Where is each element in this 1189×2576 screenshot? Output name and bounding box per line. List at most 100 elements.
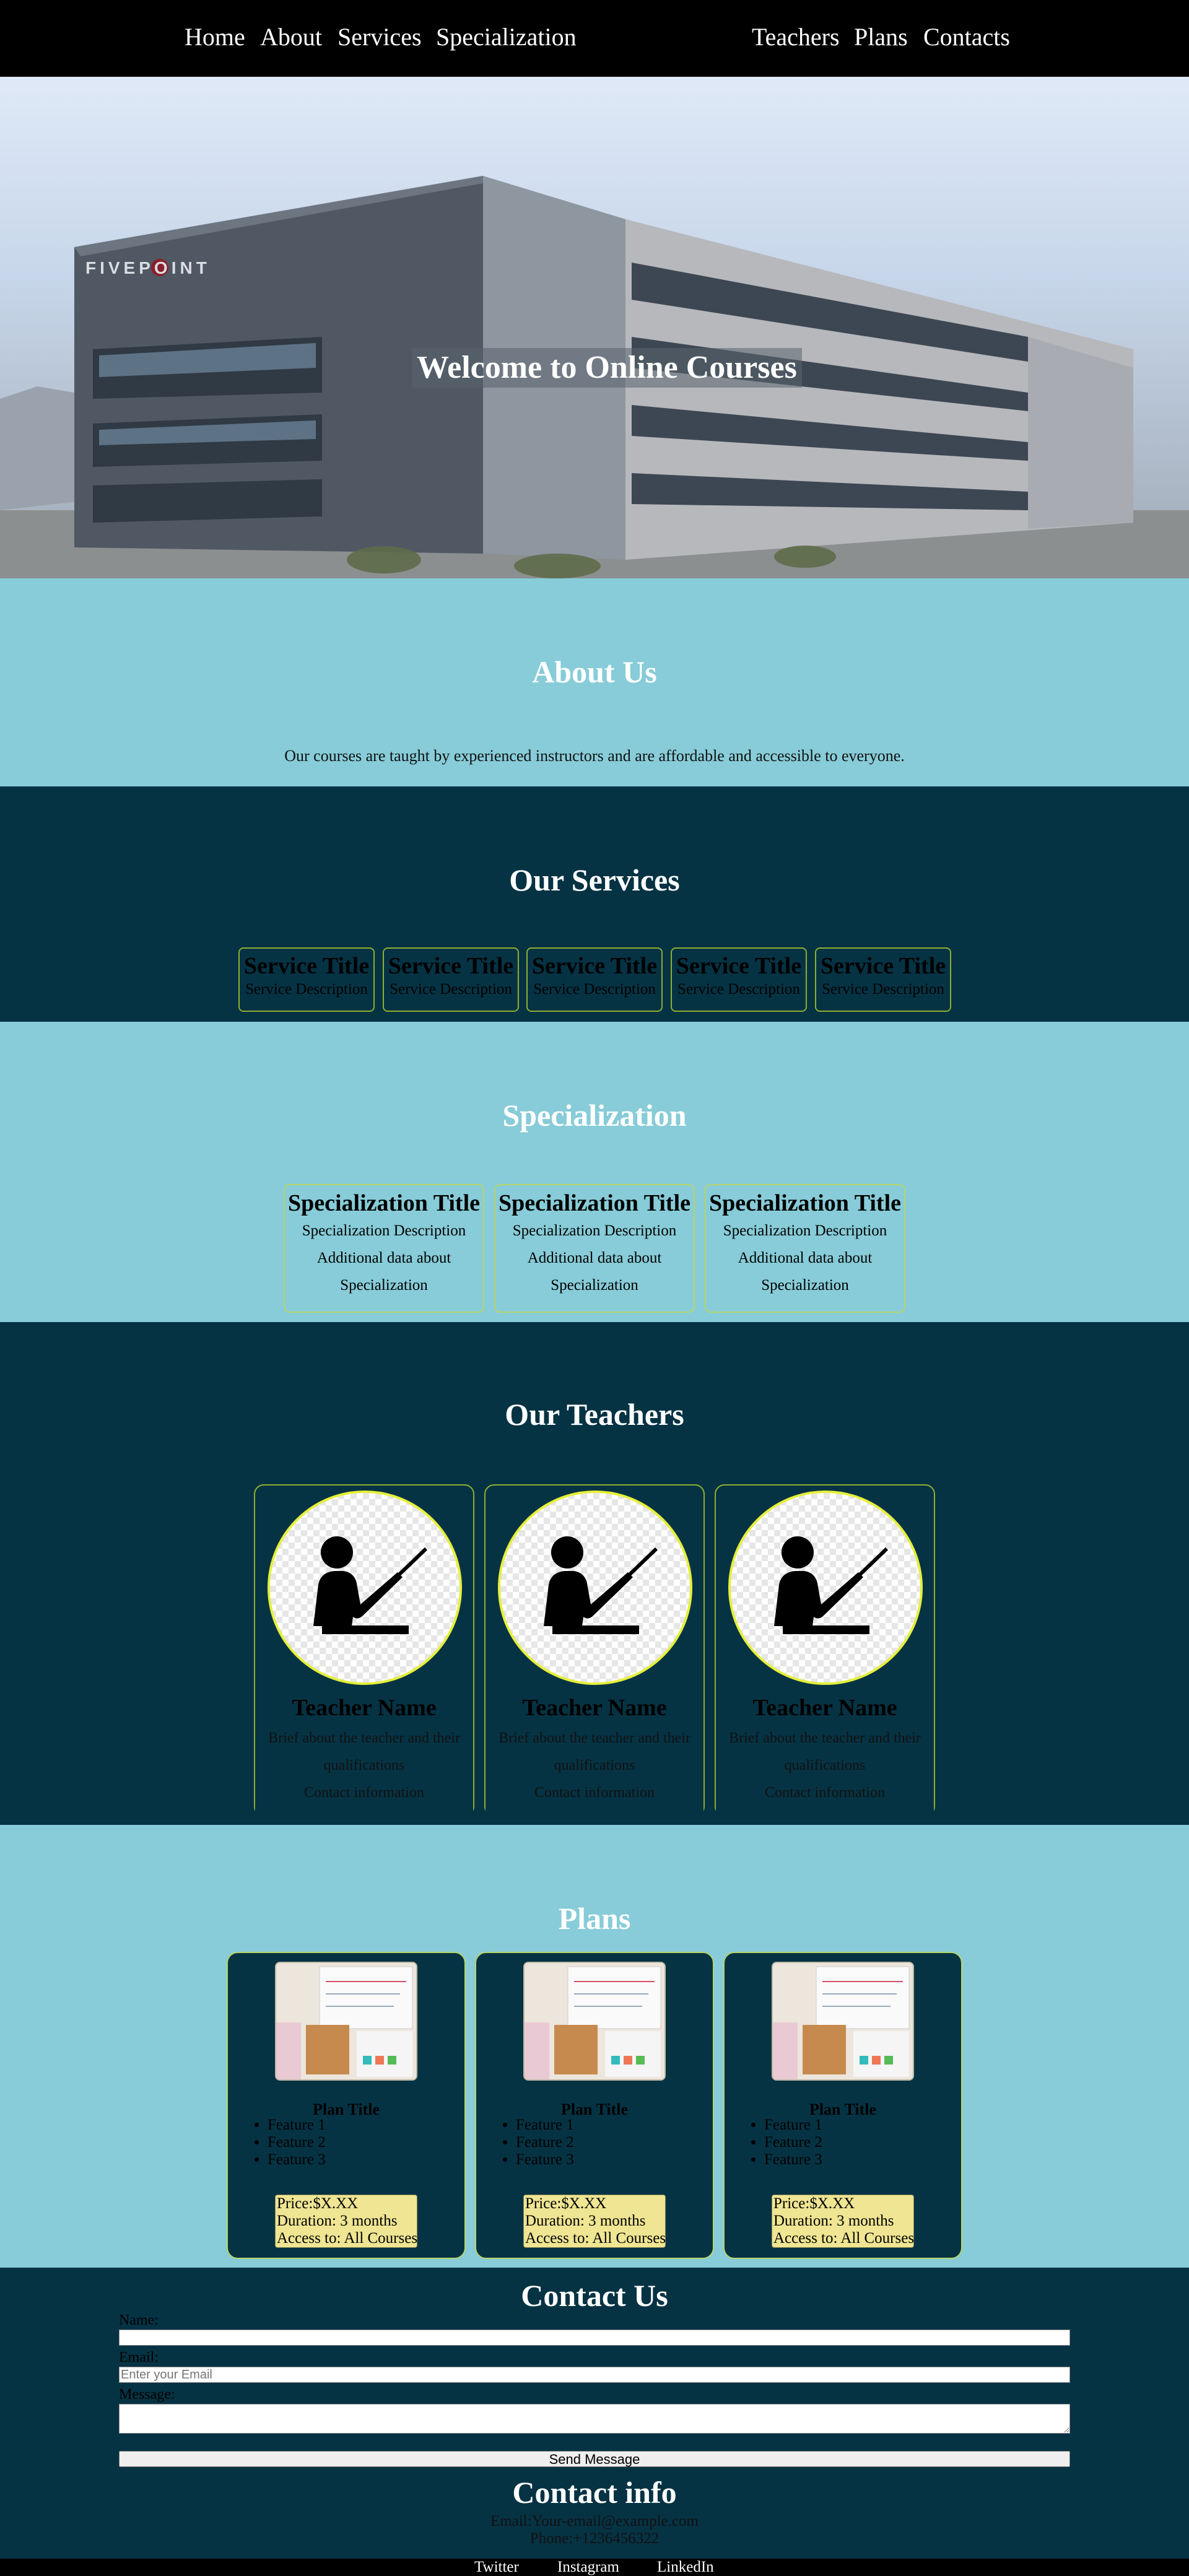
services-title: Our Services [509,863,680,897]
specialization-card: Specialization Title Specialization Desc… [284,1184,484,1313]
plan-feature: Feature 1 [516,2117,574,2134]
plan-price: Price:$X.XX [525,2195,607,2212]
specialization-card-title: Specialization Title [499,1190,690,1216]
teacher-avatar [498,1490,692,1685]
teacher-icon [774,1536,889,1634]
hero-title: Welcome to Online Courses [412,348,802,388]
nav-link-plans[interactable]: Plans [854,22,908,51]
message-textarea[interactable] [119,2404,1070,2434]
specialization-title: Specialization [502,1098,687,1133]
plan-features: Feature 1 Feature 2 Feature 3 [245,2117,326,2169]
nav-link-contacts[interactable]: Contacts [923,22,1010,51]
plan-price: Price:$X.XX [277,2195,359,2212]
send-message-button[interactable]: Send Message [119,2451,1070,2467]
plans-title: Plans [558,1901,631,1936]
nav-link-about[interactable]: About [260,22,322,51]
teachers-section: Our Teachers Teacher Name Brief about th… [0,1322,1189,2070]
plan-price-box: Price:$X.XX Duration: 3 months Access to… [275,2195,417,2248]
contact-phone: Phone:+1236456322 [529,2530,660,2547]
teacher-name: Teacher Name [522,1695,667,1721]
teacher-avatar [728,1490,923,1685]
specialization-card: Specialization Title Specialization Desc… [705,1184,905,1313]
nav-link-specialization[interactable]: Specialization [436,22,577,51]
plan-duration: Duration: 3 months [773,2213,894,2229]
plan-feature: Feature 2 [516,2134,574,2151]
service-card: Service Title Service Description [383,947,519,1012]
teacher-name: Teacher Name [752,1695,897,1721]
service-card: Service Title Service Description [671,947,807,1012]
service-card: Service Title Service Description [815,947,951,1012]
plan-card: Plan Title Feature 1 Feature 2 Feature 3… [227,1952,466,2259]
planner-illustration [525,1963,664,2079]
plan-image [523,1962,666,2081]
about-text: Our courses are taught by experienced in… [284,747,905,765]
specialization-card-description: Specialization Description Additional da… [723,1222,887,1294]
plan-price: Price:$X.XX [773,2195,855,2212]
specialization-card-description: Specialization Description Additional da… [302,1222,466,1294]
service-title: Service Title [676,953,802,979]
plan-duration: Duration: 3 months [277,2213,398,2229]
plan-access: Access to: All Courses [277,2230,418,2247]
plan-feature: Feature 2 [268,2134,326,2151]
teacher-card: Teacher Name Brief about the teacher and… [715,1484,935,2070]
footer: Twitter Instagram LinkedIn [0,2559,1189,2576]
email-input[interactable] [119,2367,1070,2383]
plan-image [772,1962,914,2081]
service-card: Service Title Service Description [238,947,375,1012]
planner-illustration [276,1963,416,2079]
contact-info-title: Contact info [512,2475,677,2510]
service-description: Service Description [245,981,368,998]
plan-feature: Feature 2 [764,2134,822,2151]
specialization-card: Specialization Title Specialization Desc… [494,1184,695,1313]
footer-link-linkedin[interactable]: LinkedIn [657,2559,714,2576]
message-label: Message: [119,2387,175,2403]
plan-card: Plan Title Feature 1 Feature 2 Feature 3… [723,1952,962,2259]
specialization-section: Specialization Specialization Title Spec… [0,1022,1189,1322]
plan-feature: Feature 3 [764,2151,822,2169]
footer-link-instagram[interactable]: Instagram [557,2559,619,2576]
teacher-bio: Brief about the teacher and their qualif… [499,1730,690,1773]
plan-card: Plan Title Feature 1 Feature 2 Feature 3… [475,1952,714,2259]
plans-section: Plans Plan Title Feature 1 Feature 2 Fea… [0,1825,1189,2268]
teacher-card: Teacher Name Brief about the teacher and… [254,1484,474,2070]
specialization-card-title: Specialization Title [709,1190,901,1216]
plan-features: Feature 1 Feature 2 Feature 3 [494,2117,574,2169]
service-description: Service Description [677,981,800,998]
plan-duration: Duration: 3 months [525,2213,646,2229]
teacher-name: Teacher Name [292,1695,437,1721]
plan-access: Access to: All Courses [773,2230,915,2247]
teacher-icon [313,1536,428,1634]
name-input[interactable] [119,2330,1070,2346]
contact-section: Contact Us Name: Email: Message: Send Me… [0,2268,1189,2559]
nav-link-services[interactable]: Services [338,22,422,51]
service-title: Service Title [820,953,946,979]
plan-image [275,1962,417,2081]
service-description: Service Description [822,981,944,998]
service-title: Service Title [531,953,658,979]
service-description: Service Description [533,981,656,998]
service-title: Service Title [243,953,370,979]
footer-link-twitter[interactable]: Twitter [474,2559,519,2576]
nav-link-teachers[interactable]: Teachers [752,22,840,51]
planner-illustration [773,1963,913,2079]
service-description: Service Description [390,981,512,998]
plan-feature: Feature 1 [764,2117,822,2134]
email-label: Email: [119,2349,159,2365]
plan-feature: Feature 1 [268,2117,326,2134]
plan-price-box: Price:$X.XX Duration: 3 months Access to… [523,2195,666,2248]
nav-link-home[interactable]: Home [185,22,245,51]
contact-email: Email:Your-email@example.com [490,2513,699,2530]
specialization-card-title: Specialization Title [288,1190,480,1216]
name-label: Name: [119,2312,159,2328]
teachers-title: Our Teachers [505,1397,684,1432]
teacher-avatar [268,1490,462,1685]
plan-feature: Feature 3 [268,2151,326,2169]
service-card: Service Title Service Description [526,947,663,1012]
teacher-card: Teacher Name Brief about the teacher and… [484,1484,705,2070]
teacher-icon [544,1536,658,1634]
plan-price-box: Price:$X.XX Duration: 3 months Access to… [772,2195,914,2248]
hero-banner: FIVEPOINT Welcome to Online Courses [0,77,1189,578]
about-title: About Us [532,655,657,689]
contact-title: Contact Us [521,2278,668,2313]
specialization-card-description: Specialization Description Additional da… [512,1222,677,1294]
